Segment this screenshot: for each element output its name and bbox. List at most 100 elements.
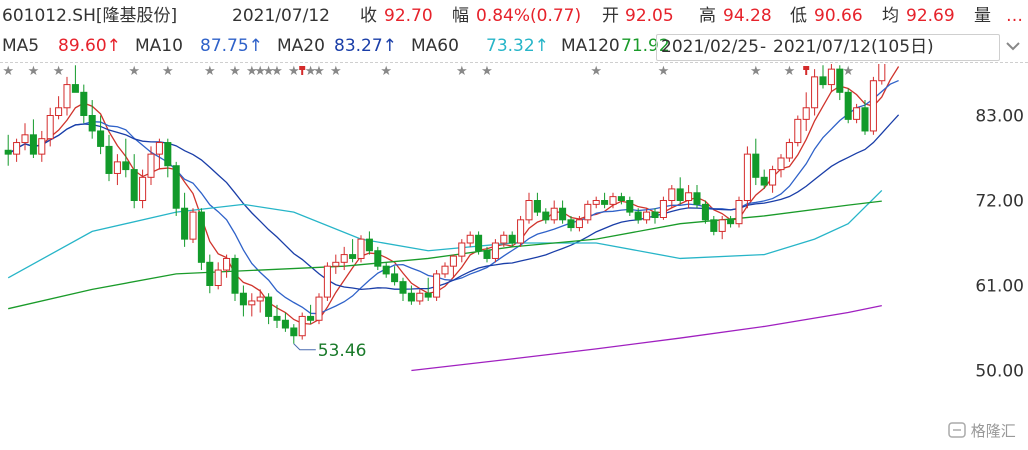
chevron-down-icon[interactable]	[1004, 37, 1022, 55]
candle-body	[113, 161, 121, 174]
range-start: 2021/02/25	[661, 37, 759, 57]
low-value: 90.66	[814, 6, 863, 26]
candle-body	[693, 192, 701, 205]
star-marker-icon: ★	[2, 64, 14, 79]
candle-body	[130, 169, 138, 202]
star-marker-icon: ★	[750, 64, 762, 79]
candle-body	[861, 107, 869, 132]
candle-body	[508, 234, 516, 244]
close-label: 收	[360, 6, 377, 26]
candle	[29, 119, 37, 159]
high-value: 94.28	[723, 6, 772, 26]
candle-body	[609, 196, 617, 205]
y-tick-label: 50.00	[975, 362, 1024, 382]
candle	[869, 76, 877, 135]
candle-body	[340, 254, 348, 263]
candle	[55, 96, 63, 120]
candle-body	[668, 188, 676, 202]
candle	[676, 177, 684, 205]
candle-body	[710, 219, 718, 232]
change-value: 0.84%(0.77)	[476, 6, 582, 26]
candle-body	[206, 261, 214, 287]
candle-body	[139, 176, 147, 202]
candle	[382, 262, 390, 278]
star-marker-icon: ★	[288, 64, 300, 79]
star-marker-icon: ★	[162, 64, 174, 79]
candle-body	[718, 219, 726, 232]
candle-body	[441, 265, 449, 275]
candle	[265, 293, 273, 325]
candle-body	[433, 273, 441, 298]
candle-body	[63, 84, 71, 109]
close-value: 92.70	[384, 6, 433, 26]
candle	[701, 200, 709, 224]
candle-body	[122, 161, 130, 171]
candle-body	[231, 257, 239, 294]
candle	[785, 138, 793, 162]
range-separator: -	[760, 37, 767, 57]
candle-body	[273, 315, 281, 321]
candle	[693, 185, 701, 209]
candle-body	[533, 200, 541, 213]
candle	[290, 324, 298, 344]
candle-body	[4, 149, 12, 155]
candle-body	[382, 265, 390, 275]
date-range-selector[interactable]: 2021/02/25 - 2021/07/12(105日)	[656, 34, 1000, 61]
candle-body	[323, 265, 331, 298]
candle	[38, 130, 46, 162]
star-marker-icon: ★	[456, 64, 468, 79]
candle	[63, 76, 71, 116]
candle	[659, 196, 667, 220]
candle-body	[491, 242, 499, 259]
star-marker-icon: ★	[53, 64, 65, 79]
candle-body	[239, 292, 247, 306]
candle	[752, 138, 760, 186]
candle-body	[189, 211, 197, 240]
quote-date: 2021/07/12	[232, 6, 330, 26]
avg-label: 均	[882, 6, 899, 26]
candle-body	[844, 91, 852, 120]
candle-body	[777, 157, 785, 171]
candle-body	[811, 76, 819, 109]
candle-body	[853, 107, 861, 120]
volume-label: 量	[974, 6, 991, 26]
candle-body	[794, 118, 802, 144]
candle	[164, 138, 172, 178]
candle-body	[55, 107, 63, 117]
candle-body	[357, 238, 365, 259]
candle	[542, 208, 550, 224]
line-ma250	[411, 304, 882, 372]
star-marker-icon: ★	[590, 64, 602, 79]
candle-body	[735, 200, 743, 225]
star-marker-icon: ★	[842, 64, 854, 79]
star-marker-icon: ★	[313, 64, 325, 79]
star-marker-icon: ★	[784, 64, 796, 79]
candlestick-chart: ★★★★★★★★★★★★★★★★★★★★★★★ 94.0083.0072.006…	[2, 64, 1024, 382]
candle	[4, 134, 12, 166]
star-marker-icon: ★	[28, 64, 40, 79]
candle	[819, 65, 827, 89]
candle	[491, 239, 499, 263]
candle	[441, 262, 449, 278]
candle	[71, 65, 79, 93]
change-label: 幅	[452, 6, 469, 26]
candle-body	[21, 134, 29, 144]
candle-body	[407, 292, 415, 302]
low-annotation-pointer	[293, 343, 316, 351]
candle-body	[332, 261, 340, 267]
high-label: 高	[699, 6, 716, 26]
candle-body	[685, 192, 693, 202]
candle	[735, 196, 743, 228]
candle-body	[365, 238, 373, 252]
candle	[794, 115, 802, 147]
more-indicator[interactable]: …	[1006, 4, 1023, 28]
candle-body	[659, 200, 667, 219]
candle	[533, 192, 541, 216]
candle	[710, 215, 718, 236]
candle-body	[634, 211, 642, 221]
candle-body	[399, 281, 407, 294]
candle-body	[248, 300, 256, 306]
candle-body	[752, 153, 760, 178]
candle	[525, 192, 533, 224]
candle-body	[449, 255, 457, 267]
